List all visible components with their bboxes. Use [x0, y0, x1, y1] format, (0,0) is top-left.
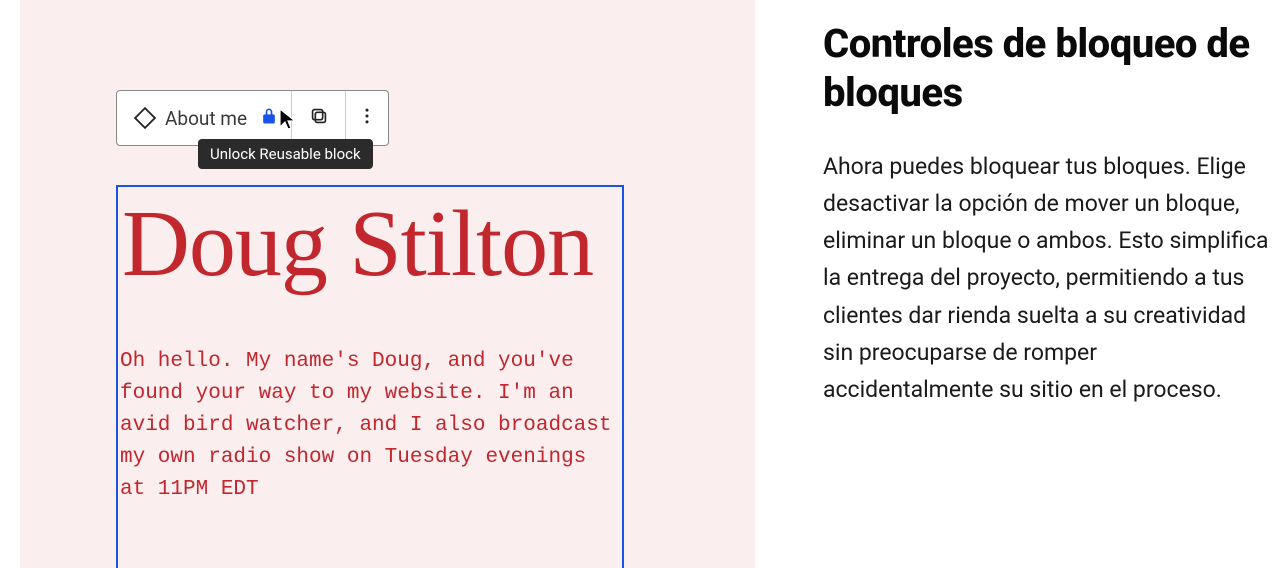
toolbar-copy-button[interactable] [292, 91, 346, 145]
reusable-block-icon [133, 106, 157, 130]
toolbar-more-button[interactable] [346, 91, 388, 145]
copy-icon [308, 105, 330, 131]
feature-description-pane: Controles de bloqueo de bloques Ahora pu… [755, 0, 1280, 568]
more-vertical-icon [357, 106, 377, 130]
cursor-pointer-icon [278, 107, 298, 137]
toolbar-block-label: About me [165, 107, 247, 130]
feature-body: Ahora puedes bloquear tus bloques. Elige… [823, 148, 1270, 409]
page-layout: About me [0, 0, 1280, 568]
unlock-tooltip: Unlock Reusable block [198, 139, 373, 169]
toolbar-block-info[interactable]: About me [117, 91, 292, 145]
editor-preview-pane: About me [20, 0, 755, 568]
block-heading[interactable]: Doug Stilton [118, 187, 622, 296]
block-paragraph[interactable]: Oh hello. My name's Doug, and you've fou… [118, 296, 622, 506]
selected-block[interactable]: Doug Stilton Oh hello. My name's Doug, a… [116, 185, 624, 568]
block-toolbar: About me [116, 90, 389, 146]
feature-title: Controles de bloqueo de bloques [823, 20, 1270, 118]
lock-icon[interactable] [259, 106, 279, 130]
